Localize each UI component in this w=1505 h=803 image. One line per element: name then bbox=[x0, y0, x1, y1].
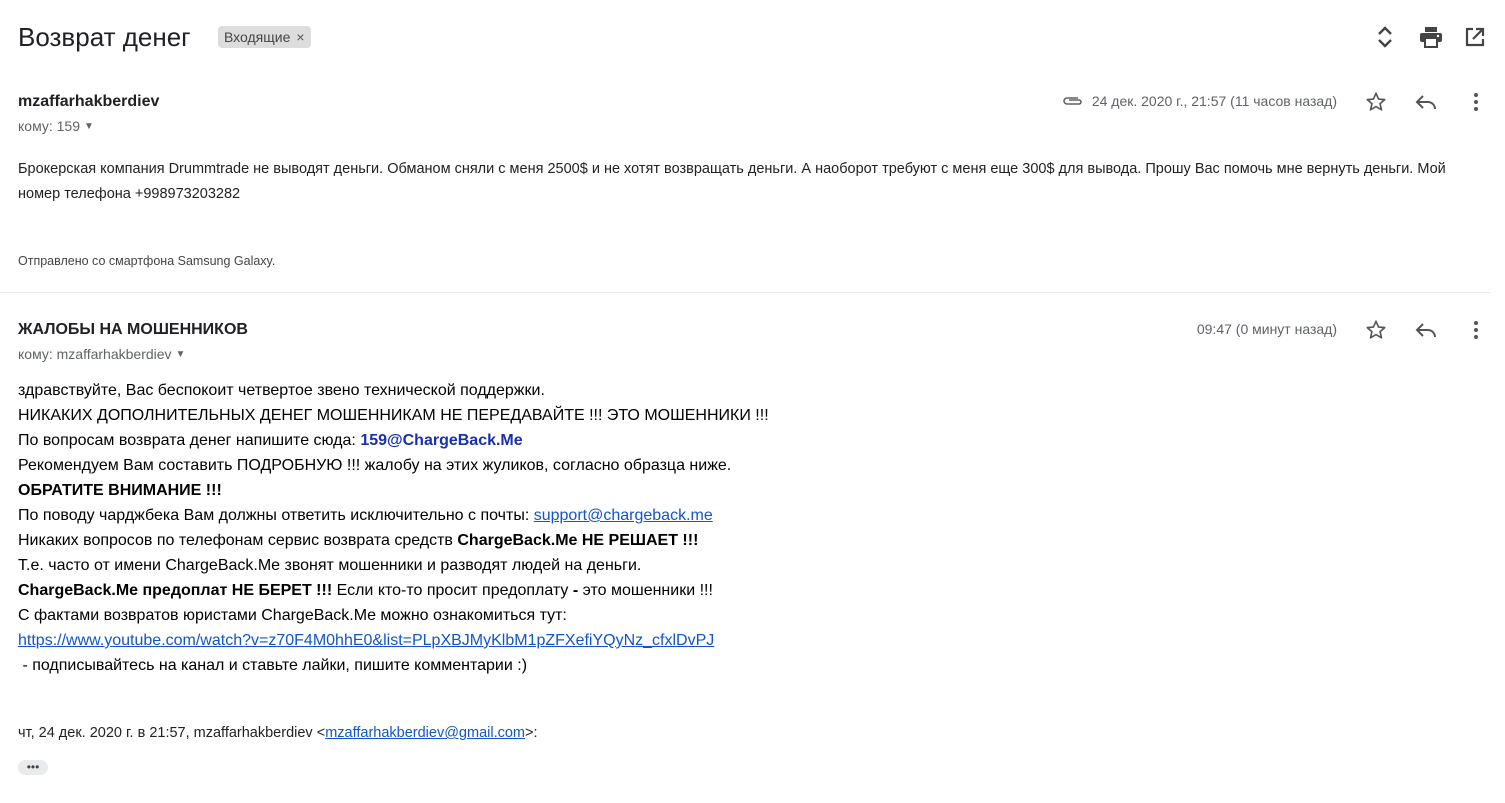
message-body: здравствуйте, Вас беспокоит четвертое зв… bbox=[18, 378, 1218, 678]
body-text: Если кто-то просит предоплату bbox=[332, 582, 573, 599]
expand-collapse-icon[interactable] bbox=[1372, 24, 1398, 50]
body-line: https://www.youtube.com/watch?v=z70F4M0h… bbox=[18, 628, 1218, 653]
label-remove-icon[interactable]: × bbox=[296, 26, 304, 48]
body-line: ChargeBack.Me предоплат НЕ БЕРЕТ !!! Есл… bbox=[18, 578, 1218, 603]
body-line: Никаких вопросов по телефонам сервис воз… bbox=[18, 528, 1218, 553]
support-email-link[interactable]: support@chargeback.me bbox=[534, 507, 713, 524]
body-text: По поводу чарджбека Вам должны ответить … bbox=[18, 507, 534, 524]
youtube-link[interactable]: https://www.youtube.com/watch?v=z70F4M0h… bbox=[18, 632, 714, 649]
body-text: это мошенники !!! bbox=[578, 582, 713, 599]
message-body: Брокерская компания Drummtrade не выводя… bbox=[18, 161, 1446, 202]
quote-text: чт, 24 дек. 2020 г. в 21:57, mzaffarhakb… bbox=[18, 725, 326, 741]
chargeback-email-text: 159@ChargeBack.Me bbox=[360, 432, 523, 449]
reply-icon[interactable] bbox=[1413, 317, 1439, 343]
body-line: С фактами возвратов юристами ChargeBack.… bbox=[18, 607, 567, 624]
body-line: По вопросам возврата денег напишите сюда… bbox=[18, 428, 1218, 453]
chevron-down-icon[interactable]: ▼ bbox=[176, 349, 186, 360]
open-in-new-window-icon[interactable] bbox=[1462, 24, 1488, 50]
body-line: НИКАКИХ ДОПОЛНИТЕЛЬНЫХ ДЕНЕГ МОШЕННИКАМ … bbox=[18, 407, 769, 424]
email-subject: Возврат денег bbox=[18, 22, 191, 52]
paperclip-icon bbox=[1062, 95, 1084, 107]
recipients-text: кому: mzaffarhakberdiev bbox=[18, 346, 172, 362]
body-line: Т.е. часто от имени ChargeBack.Me звонят… bbox=[18, 557, 642, 574]
star-icon[interactable] bbox=[1363, 89, 1389, 115]
reply-icon[interactable] bbox=[1413, 89, 1439, 115]
more-vertical-icon[interactable] bbox=[1463, 89, 1489, 115]
message-meta: 24 дек. 2020 г., 21:57 (11 часов назад) bbox=[1062, 93, 1337, 109]
body-line: здравствуйте, Вас беспокоит четвертое зв… bbox=[18, 382, 545, 399]
message-date: 09:47 (0 минут назад) bbox=[1196, 321, 1337, 337]
attention-heading: ОБРАТИТЕ ВНИМАНИЕ !!! bbox=[18, 482, 222, 499]
inbox-label-chip[interactable]: Входящие × bbox=[218, 26, 311, 48]
body-line: Рекомендуем Вам составить ПОДРОБНУЮ !!! … bbox=[18, 457, 732, 474]
body-line: По поводу чарджбека Вам должны ответить … bbox=[18, 503, 1218, 528]
star-icon[interactable] bbox=[1363, 317, 1389, 343]
quoted-header: чт, 24 дек. 2020 г. в 21:57, mzaffarhakb… bbox=[18, 725, 538, 741]
body-bold-text: ChargeBack.Me НЕ РЕШАЕТ !!! bbox=[457, 532, 699, 549]
message-recipients[interactable]: кому: 159 ▼ bbox=[18, 118, 94, 134]
message-divider bbox=[0, 292, 1490, 293]
body-bold-text: ChargeBack.Me предоплат НЕ БЕРЕТ !!! bbox=[18, 582, 333, 599]
message-date: 24 дек. 2020 г., 21:57 (11 часов назад) bbox=[1091, 93, 1337, 109]
chevron-down-icon[interactable]: ▼ bbox=[84, 121, 94, 132]
more-vertical-icon[interactable] bbox=[1463, 317, 1489, 343]
body-text: По вопросам возврата денег напишите сюда… bbox=[18, 432, 361, 449]
message-signature: Отправлено со смартфона Samsung Galaxy. bbox=[18, 254, 276, 268]
message-recipients[interactable]: кому: mzaffarhakberdiev ▼ bbox=[18, 346, 185, 362]
message-sender[interactable]: ЖАЛОБЫ НА МОШЕННИКОВ bbox=[18, 321, 248, 339]
quote-email-link[interactable]: mzaffarhakberdiev@gmail.com bbox=[325, 725, 525, 741]
quote-text: >: bbox=[525, 725, 538, 741]
body-text: Никаких вопросов по телефонам сервис воз… bbox=[18, 532, 458, 549]
body-line: - подписывайтесь на канал и ставьте лайк… bbox=[18, 657, 528, 674]
print-icon[interactable] bbox=[1418, 24, 1444, 50]
recipients-text: кому: 159 bbox=[18, 118, 80, 134]
message-sender[interactable]: mzaffarhakberdiev bbox=[18, 93, 159, 111]
show-trimmed-content-button[interactable]: ••• bbox=[18, 760, 48, 775]
label-text: Входящие bbox=[224, 29, 291, 45]
